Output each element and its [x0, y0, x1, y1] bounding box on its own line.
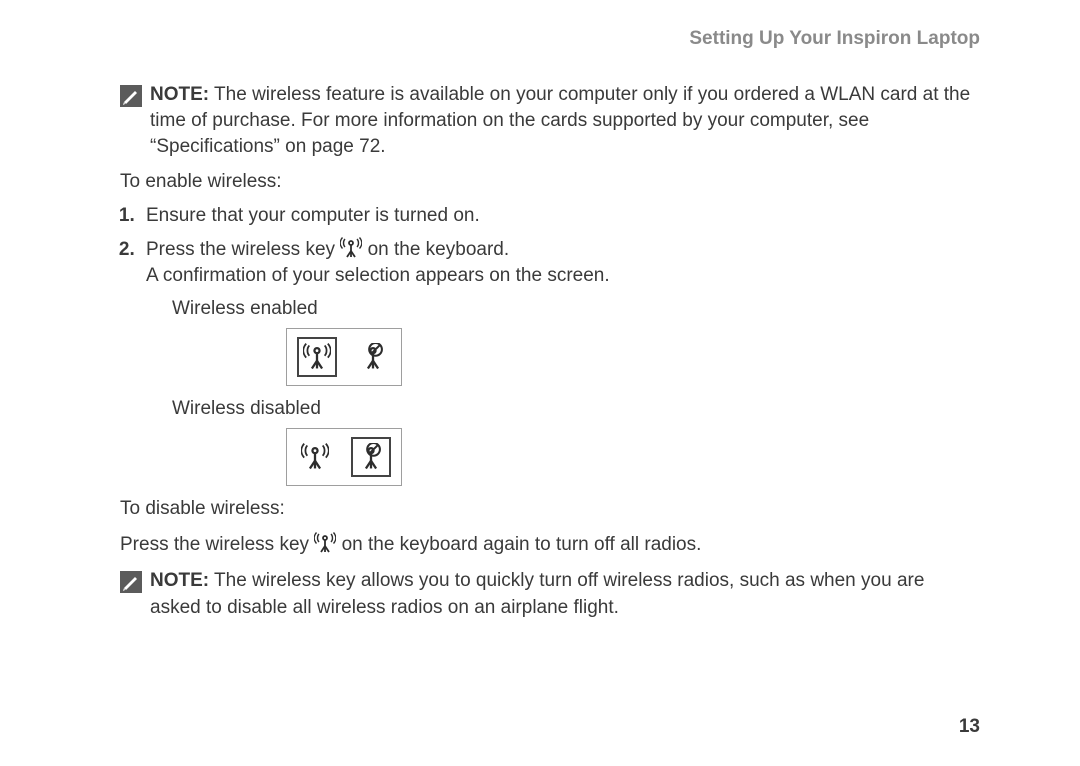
option-enabled-selected: [297, 337, 337, 377]
antenna-on-icon: [303, 343, 331, 371]
option-disabled-selected: [351, 437, 391, 477]
note-label-1: NOTE:: [150, 84, 209, 105]
status-box-disabled: [286, 428, 402, 486]
option-disabled-other: [297, 439, 333, 475]
disable-intro: To disable wireless:: [120, 496, 980, 522]
antenna-off-icon: [359, 343, 387, 371]
page-number: 13: [959, 716, 980, 738]
wireless-key-icon: [340, 237, 362, 259]
antenna-on-icon: [301, 443, 329, 471]
wireless-enabled-illustration: [286, 328, 980, 386]
page-content: NOTE: The wireless feature is available …: [120, 0, 980, 621]
disable-text-a: Press the wireless key: [120, 534, 314, 555]
section-header: Setting Up Your Inspiron Laptop: [689, 28, 980, 50]
step-1: Ensure that your computer is turned on.: [140, 203, 980, 229]
wireless-disabled-illustration: [286, 428, 980, 486]
antenna-off-icon: [357, 443, 385, 471]
document-page: Setting Up Your Inspiron Laptop NOTE: Th…: [0, 0, 1080, 766]
wireless-enabled-label: Wireless enabled: [172, 296, 980, 322]
step-1-text: Ensure that your computer is turned on.: [146, 205, 480, 226]
step-2-text-b: on the keyboard.: [362, 239, 509, 260]
note-pencil-icon: [120, 571, 142, 593]
note-text-2: NOTE: The wireless key allows you to qui…: [150, 568, 980, 620]
disable-instruction: Press the wireless key on the keyboard a…: [120, 532, 980, 558]
note-block-1: NOTE: The wireless feature is available …: [120, 82, 980, 161]
note-label-2: NOTE:: [150, 570, 209, 591]
note-body-1: The wireless feature is available on you…: [150, 84, 970, 157]
enable-steps: Ensure that your computer is turned on. …: [120, 203, 980, 486]
enable-intro: To enable wireless:: [120, 169, 980, 195]
note-text-1: NOTE: The wireless feature is available …: [150, 82, 980, 161]
note-block-2: NOTE: The wireless key allows you to qui…: [120, 568, 980, 620]
wireless-key-icon: [314, 532, 336, 554]
step-2-text-a: Press the wireless key: [146, 239, 340, 260]
status-box-enabled: [286, 328, 402, 386]
note-body-2: The wireless key allows you to quickly t…: [150, 570, 924, 617]
option-enabled-other: [355, 339, 391, 375]
wireless-disabled-label: Wireless disabled: [172, 396, 980, 422]
note-pencil-icon: [120, 85, 142, 107]
step-2: Press the wireless key on the keyboard. …: [140, 237, 980, 486]
step-2-confirm: A confirmation of your selection appears…: [146, 263, 980, 289]
disable-text-b: on the keyboard again to turn off all ra…: [336, 534, 701, 555]
